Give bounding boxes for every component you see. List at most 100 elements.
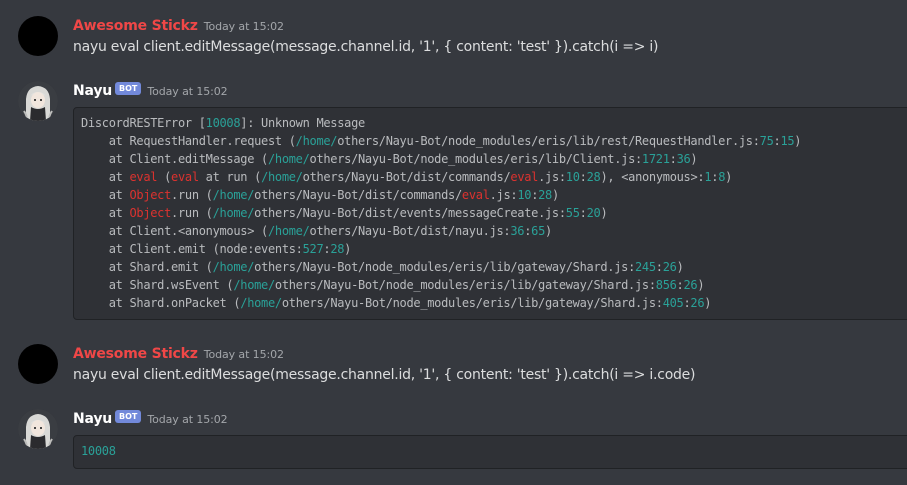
code-line: DiscordRESTError [10008]: Unknown Messag… [81,114,905,132]
username[interactable]: Awesome Stickz [73,346,198,362]
code-token: ) [725,170,733,184]
code-line: at Object.run (/home/others/Nayu-Bot/dis… [81,204,905,222]
avatar[interactable] [18,344,58,384]
code-token: eval [461,188,490,202]
code-token: others/Nayu-Bot/node_modules/eris/lib/ga… [281,296,663,310]
code-token: : [579,170,587,184]
anime-girl-avatar-icon [18,81,58,121]
message-header: Nayu BOT Today at 15:02 [73,80,228,100]
code-token: ( [157,170,172,184]
code-token: others/Nayu-Bot/node_modules/eris/lib/ga… [274,278,656,292]
code-token: at Shard.onPacket ( [81,296,241,310]
code-token: 1721 [641,152,670,166]
code-token: at [81,188,130,202]
avatar[interactable] [18,409,58,449]
code-token: .run ( [171,206,213,220]
code-token: 245 [635,260,656,274]
code-token: at run ( [198,170,262,184]
timestamp: Today at 15:02 [147,85,228,98]
code-token: 75 [759,134,774,148]
code-token: /home/ [295,134,338,148]
code-token: 10 [565,170,580,184]
code-line: 10008 [81,442,905,460]
message-text: nayu eval client.editMessage(message.cha… [73,367,696,383]
code-line: at Object.run (/home/others/Nayu-Bot/dis… [81,186,905,204]
code-token: 10 [517,188,532,202]
code-token: ) [794,134,802,148]
avatar[interactable] [18,16,58,56]
code-token: /home/ [267,152,310,166]
code-token: eval [510,170,539,184]
code-token: ) [551,188,559,202]
code-block[interactable]: DiscordRESTError [10008]: Unknown Messag… [73,107,907,320]
code-line: at Client.editMessage (/home/others/Nayu… [81,150,905,168]
code-token: others/Nayu-Bot/node_modules/eris/lib/Cl… [309,152,643,166]
code-token: 28 [586,170,601,184]
code-token: 26 [690,296,705,310]
code-token: ) [600,206,608,220]
code-token: others/Nayu-Bot/dist/commands/ [254,188,462,202]
code-token: /home/ [212,188,255,202]
avatar[interactable] [18,81,58,121]
bot-tag: BOT [115,82,142,95]
code-token: at [81,170,130,184]
code-token: ) [697,278,705,292]
username[interactable]: Awesome Stickz [73,18,198,34]
timestamp: Today at 15:02 [203,20,284,33]
timestamp: Today at 15:02 [203,348,284,361]
code-line: at Shard.emit (/home/others/Nayu-Bot/nod… [81,258,905,276]
code-token: : [579,206,587,220]
code-token: /home/ [261,170,303,184]
code-line: at Client.<anonymous> (/home/others/Nayu… [81,222,905,240]
message-header: Awesome Stickz Today at 15:02 [73,343,284,363]
code-token: .js: [489,188,518,202]
code-token: : [655,260,663,274]
chat-messages: Awesome Stickz Today at 15:02 nayu eval c… [0,0,907,485]
code-token: /home/ [267,224,310,238]
code-token: others/Nayu-Bot/dist/events/messageCreat… [254,206,566,220]
code-token: 36 [676,152,691,166]
code-token: ) [690,152,698,166]
code-token: 36 [510,224,525,238]
code-token: eval [129,170,158,184]
code-token: /home/ [212,260,255,274]
code-token: 856 [655,278,677,292]
code-token: Object [129,206,172,220]
code-token: others/Nayu-Bot/node_modules/eris/lib/re… [337,134,760,148]
code-token: 55 [565,206,580,220]
code-token: at Client.emit (node:events: [81,242,303,256]
code-token: at Client.editMessage ( [81,152,269,166]
code-token: 28 [330,242,345,256]
code-line: at eval (eval at run (/home/others/Nayu-… [81,168,905,186]
message-header: Nayu BOT Today at 15:02 [73,408,228,428]
code-token: 65 [531,224,546,238]
bot-tag: BOT [115,410,142,423]
code-token: 10008 [81,444,116,458]
username[interactable]: Nayu [73,83,112,99]
code-token: 28 [538,188,552,202]
code-token: ) [344,242,352,256]
code-token: ) [704,296,712,310]
code-token: 527 [302,242,324,256]
code-token: others/Nayu-Bot/node_modules/eris/lib/ga… [254,260,635,274]
code-token: 15 [780,134,795,148]
code-token: 405 [662,296,684,310]
code-token: others/Nayu-Bot/dist/nayu.js: [309,224,511,238]
anime-girl-avatar-icon [18,409,58,449]
code-token: ) [545,224,552,238]
code-token: .js: [538,170,566,184]
code-token: at Client.<anonymous> ( [81,224,269,238]
code-token: at Shard.wsEvent ( [81,278,234,292]
code-token: at RequestHandler.request ( [81,134,296,148]
code-token: ]: Unknown Message [240,116,365,130]
message-header: Awesome Stickz Today at 15:02 [73,15,284,35]
code-token: 26 [662,260,677,274]
username[interactable]: Nayu [73,411,112,427]
code-block[interactable]: 10008 [73,435,907,469]
code-line: at Shard.wsEvent (/home/others/Nayu-Bot/… [81,276,905,294]
code-token: 10008 [205,116,241,130]
code-token: at [81,206,130,220]
code-token: /home/ [212,206,255,220]
timestamp: Today at 15:02 [147,413,228,426]
code-token: 26 [683,278,698,292]
